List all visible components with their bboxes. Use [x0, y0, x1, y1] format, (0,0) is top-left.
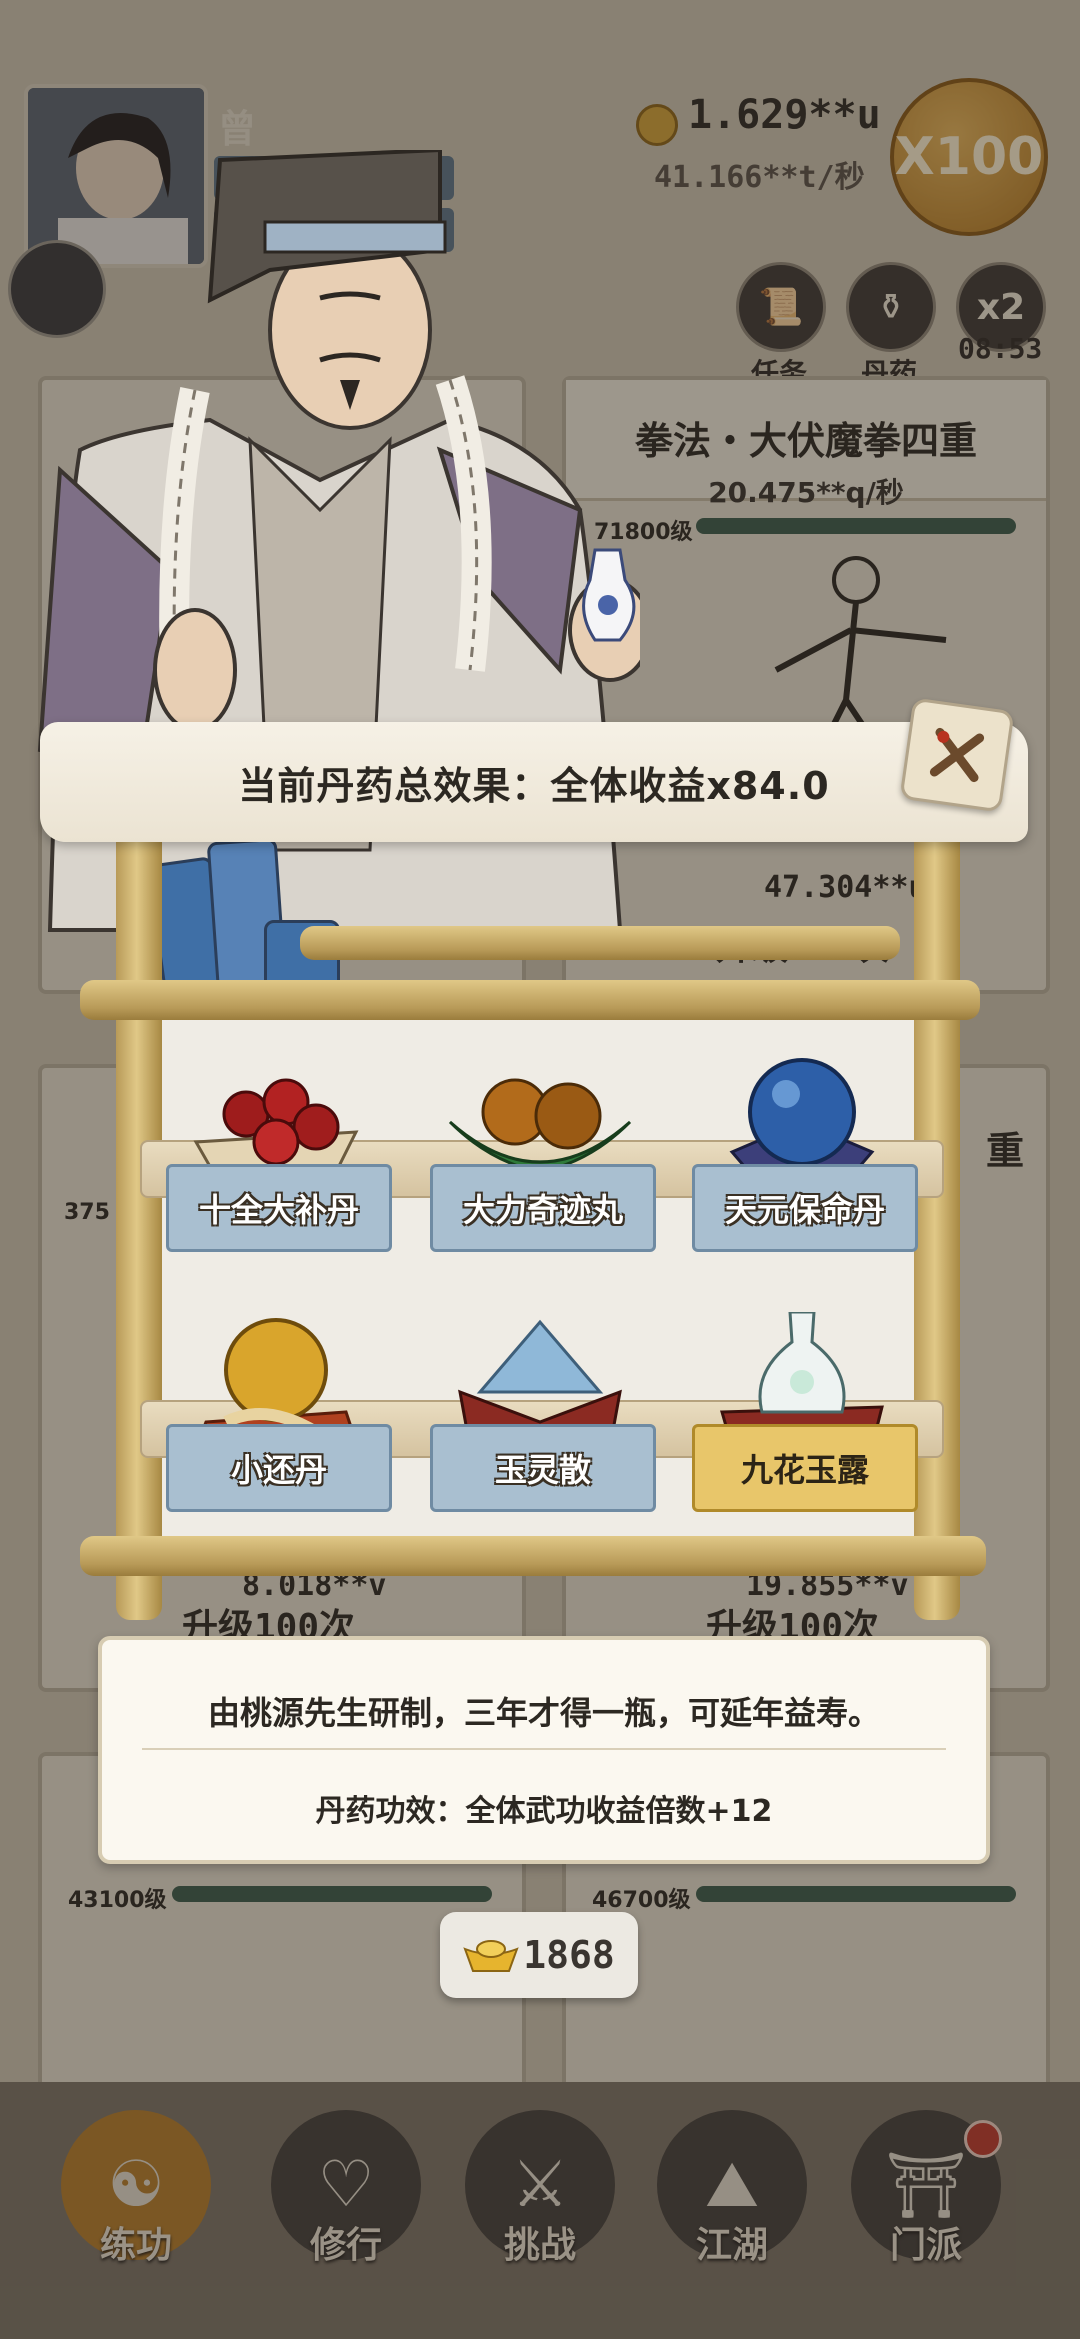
- skill-title-suffix: 重: [986, 1129, 1025, 1173]
- close-icon: [929, 727, 985, 783]
- shelf-post-left: [116, 820, 162, 1620]
- shelf-upper-beam: [300, 926, 900, 960]
- pill-effect: 丹药功效：全体武功收益倍数+12: [315, 1794, 773, 1829]
- pill-slot-xiaohuan[interactable]: 小还丹: [166, 1312, 392, 1512]
- x100-multiplier-button[interactable]: X100: [890, 78, 1048, 236]
- pill-slot-jiuhua[interactable]: 九花玉露: [692, 1312, 918, 1512]
- pill-slot-dali[interactable]: 大力奇迹丸: [430, 1052, 656, 1252]
- player-name: 曾: [218, 107, 257, 151]
- skill-price: 47.304**u: [764, 870, 927, 905]
- gourd-icon: ⚱: [846, 262, 936, 352]
- nav-label: 挑战: [503, 2225, 576, 2266]
- description-divider: [142, 1748, 946, 1750]
- ingot-count: 1868: [523, 1933, 615, 1977]
- pill-slot-shiquan[interactable]: 十全大补丹: [166, 1052, 392, 1252]
- nav-challenge[interactable]: ⚔ 挑战: [460, 2110, 620, 2290]
- pill-description: 由桃源先生研制，三年才得一瓶，可延年益寿。: [207, 1694, 880, 1732]
- nav-jianghu[interactable]: ⛰ 江湖: [652, 2110, 812, 2290]
- nav-label: 门派: [889, 2225, 962, 2266]
- shelf-top-beam: [80, 980, 980, 1020]
- skill-level: 46700级: [592, 1888, 691, 1913]
- total-effect-text: 当前丹药总效果：全体收益x84.0: [238, 763, 830, 808]
- boost-timer: 08:53: [958, 332, 1043, 365]
- scroll-icon: 📜: [736, 262, 826, 352]
- pill-label: 大力奇迹丸: [430, 1164, 656, 1252]
- pill-description-box: 由桃源先生研制，三年才得一瓶，可延年益寿。 丹药功效：全体武功收益倍数+12: [98, 1636, 990, 1864]
- pill-slot-yuling[interactable]: 玉灵散: [430, 1312, 656, 1512]
- skill-level-bar: [172, 1886, 492, 1902]
- pill-label: 玉灵散: [430, 1424, 656, 1512]
- nav-label: 练功: [99, 2225, 172, 2266]
- gold-ingot-icon: [463, 1940, 519, 1972]
- close-button[interactable]: [899, 697, 1015, 813]
- pill-menu-button[interactable]: ⚱ 丹药: [846, 262, 944, 392]
- total-effect-banner: 当前丹药总效果：全体收益x84.0: [40, 722, 1028, 842]
- coin-icon: [636, 104, 678, 146]
- pill-label: 十全大补丹: [166, 1164, 392, 1252]
- quest-button[interactable]: 📜 任务: [736, 262, 834, 392]
- nav-label: 修行: [309, 2225, 382, 2266]
- buy-with-ingot-button[interactable]: 1868: [440, 1912, 638, 1998]
- pill-label: 九花玉露: [692, 1424, 918, 1512]
- pill-label: 天元保命丹: [692, 1164, 918, 1252]
- nav-practice[interactable]: ☯ 练功: [56, 2110, 216, 2290]
- currency-rate: 41.166**t/秒: [654, 160, 865, 195]
- skill-level: 375: [64, 1200, 110, 1225]
- shelf-bottom-beam: [80, 1536, 986, 1576]
- pill-slot-tianyuan[interactable]: 天元保命丹: [692, 1052, 918, 1252]
- skill-level-bar: [696, 1886, 1016, 1902]
- nav-cultivation[interactable]: ♡ 修行: [266, 2110, 426, 2290]
- nav-label: 江湖: [695, 2225, 768, 2266]
- currency-value: 1.629**u: [688, 92, 881, 138]
- shelf-post-right: [914, 820, 960, 1620]
- notification-dot: [964, 2120, 1002, 2158]
- skill-level: 43100级: [68, 1888, 167, 1913]
- pill-label: 小还丹: [166, 1424, 392, 1512]
